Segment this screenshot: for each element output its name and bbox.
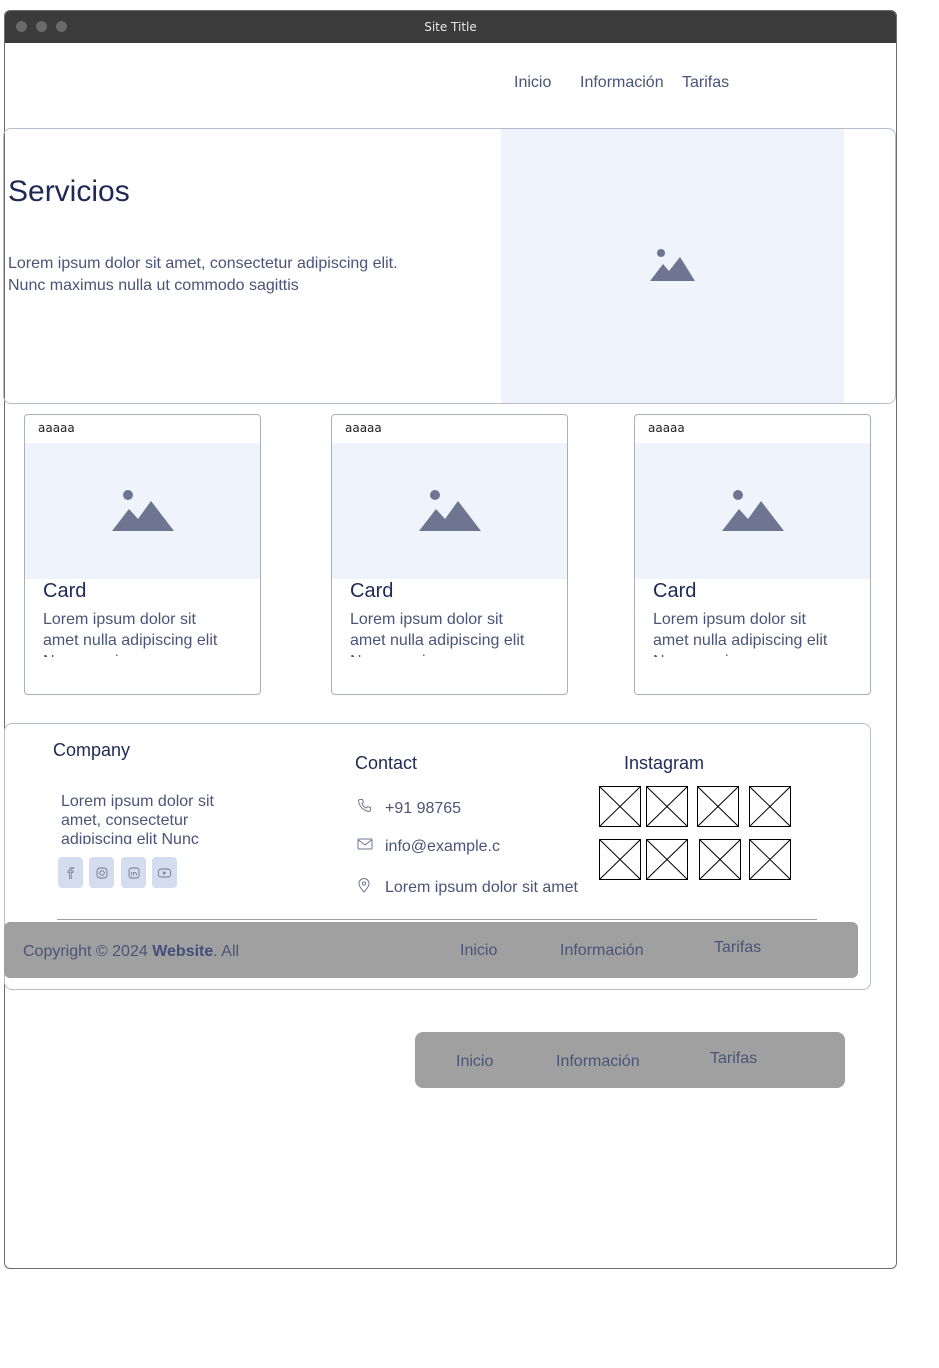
contact-heading: Contact [355, 753, 418, 773]
card[interactable]: aaaaa Card Lorem ipsum dolor sit amet nu… [331, 414, 568, 695]
contact-address: Lorem ipsum dolor sit amet [385, 879, 578, 896]
image-icon [721, 490, 784, 531]
card-title: Card [350, 580, 394, 602]
footer-link-inicio[interactable]: Inicio [460, 942, 497, 960]
instagram-image-placeholder[interactable] [697, 786, 739, 827]
hero-section: Servicios Lorem ipsum dolor sit amet, co… [3, 128, 896, 404]
instagram-icon[interactable] [89, 857, 114, 888]
card[interactable]: aaaaa Card Lorem ipsum dolor sit amet nu… [24, 414, 261, 695]
card-tag: aaaaa [345, 421, 382, 435]
bottom-nav-link-informacion[interactable]: Información [556, 1053, 640, 1071]
card-title: Card [653, 580, 697, 602]
hero-title: Servicios [8, 175, 130, 208]
card[interactable]: aaaaa Card Lorem ipsum dolor sit amet nu… [634, 414, 871, 695]
hero-image-placeholder [501, 129, 844, 403]
instagram-image-placeholder[interactable] [646, 786, 688, 827]
youtube-icon[interactable] [152, 857, 177, 888]
instagram-image-placeholder[interactable] [599, 839, 641, 880]
footer-link-tarifas[interactable]: Tarifas [714, 939, 761, 957]
copyright-bar: Copyright © 2024 Website. All Inicio Inf… [4, 922, 858, 978]
footer-link-informacion[interactable]: Información [560, 942, 644, 960]
image-icon [649, 249, 695, 281]
card-text: Lorem ipsum dolor sit amet nulla adipisc… [43, 611, 218, 657]
card-title: Card [43, 580, 87, 602]
window-titlebar: Site Title [5, 11, 896, 43]
copyright-text: Copyright © 2024 Website. All [23, 943, 240, 960]
phone-icon [358, 799, 371, 812]
image-icon [111, 490, 174, 531]
card-image-placeholder [332, 443, 567, 579]
nav-link-tarifas[interactable]: Tarifas [682, 74, 729, 92]
instagram-image-placeholder[interactable] [699, 839, 741, 880]
linkedin-icon[interactable] [121, 857, 146, 888]
copyright-brand: Website [152, 943, 214, 960]
hero-text: Lorem ipsum dolor sit amet, consectetur … [8, 255, 398, 294]
footer-divider [57, 919, 817, 920]
company-text: Lorem ipsum dolor sit amet, consectetur … [61, 793, 214, 844]
bottom-nav-link-tarifas[interactable]: Tarifas [710, 1050, 757, 1068]
instagram-image-placeholder[interactable] [599, 786, 641, 827]
instagram-image-placeholder[interactable] [749, 786, 791, 827]
nav-link-informacion[interactable]: Información [580, 74, 664, 92]
facebook-icon[interactable] [58, 857, 83, 888]
card-text: Lorem ipsum dolor sit amet nulla adipisc… [653, 611, 828, 657]
card-image-placeholder [25, 443, 260, 579]
instagram-image-placeholder[interactable] [646, 839, 688, 880]
contact-phone-link[interactable]: +91 98765 [385, 800, 461, 820]
nav-link-inicio[interactable]: Inicio [514, 74, 551, 92]
window-title: Site Title [424, 20, 477, 34]
image-icon [418, 490, 481, 531]
card-tag: aaaaa [38, 421, 75, 435]
card-tag: aaaaa [648, 421, 685, 435]
contact-email-link[interactable]: info@example.c [385, 838, 500, 858]
bottom-nav-bar: Inicio Información Tarifas [415, 1032, 845, 1088]
instagram-image-placeholder[interactable] [749, 839, 791, 880]
card-text: Lorem ipsum dolor sit amet nulla adipisc… [350, 611, 525, 657]
bottom-nav-link-inicio[interactable]: Inicio [456, 1053, 493, 1071]
instagram-heading: Instagram [624, 753, 705, 773]
card-image-placeholder [635, 443, 870, 579]
location-pin-icon [358, 878, 370, 893]
mail-icon [357, 838, 373, 850]
company-heading: Company [53, 740, 131, 760]
